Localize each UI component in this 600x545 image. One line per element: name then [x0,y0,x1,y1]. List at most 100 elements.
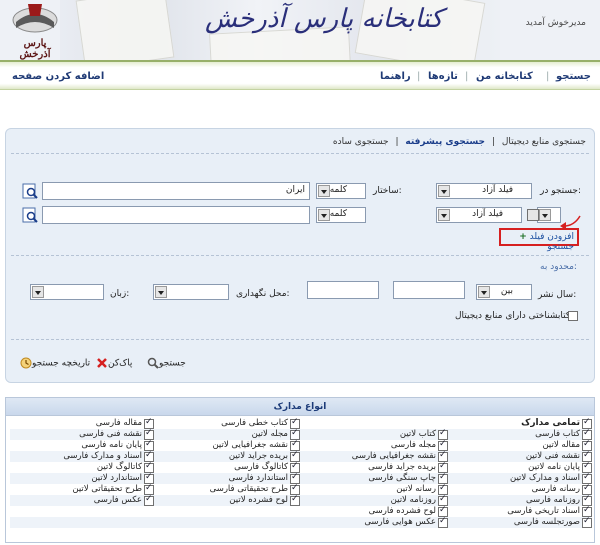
welcome-text: مدیرخوش آمدید [525,18,586,28]
doc-type-item[interactable]: بریده جراید لاتین [228,450,300,462]
clear-icon [97,358,107,368]
doc-type-item[interactable]: کتاب خطی فارسی [221,417,300,429]
doc-type-label: عکس هوایی فارسی [364,517,436,527]
structure-select-2[interactable]: کلمه [316,207,366,223]
search-history-button[interactable]: تاریخچه جستجو [18,357,90,369]
add-search-field-button[interactable]: + افزودن فیلد جستجو [499,228,579,252]
doc-type-checkbox[interactable] [438,516,448,528]
doc-type-label: کاتالوگ فارسی [234,462,288,472]
search-in-label: جستجو در: [540,186,582,196]
doc-type-item[interactable]: صورتجلسه فارسی [513,516,592,528]
field-select-1[interactable]: فیلد آزاد [436,183,532,199]
doc-type-item[interactable]: نقشه فنی فارسی [79,428,154,440]
main-nav: اضافه کردن صفحه راهنما | تازه‌ها | کتابخ… [0,60,600,90]
doc-type-label: پایان نامه فارسی [81,440,142,450]
doc-type-item[interactable]: لوح فشرده فارسی [368,505,448,517]
doc-type-label: صورتجلسه فارسی [513,517,580,527]
doc-column-4: مقاله فارسینقشه فنی فارسیپایان نامه فارس… [14,417,154,528]
field-select-2[interactable]: فیلد آزاد [436,207,522,223]
search-lookup-icon[interactable] [22,207,38,223]
doc-column-3: کتاب خطی فارسیمجله لاتیننقشه جغرافیایی ل… [160,417,300,528]
doc-type-item[interactable]: بریده جراید فارسی [368,461,448,473]
doc-type-all[interactable]: تمامی مدارک [521,417,592,429]
doc-type-label: چاپ سنگی فارسی [368,473,436,483]
divider [11,153,589,154]
doc-type-item[interactable]: استاندارد فارسی [228,472,300,484]
doc-type-item[interactable]: اسناد و مدارک فارسی [63,450,154,462]
doc-type-item[interactable]: نقشه جغرافیایی فارسی [351,450,448,462]
doc-type-item[interactable]: اسناد و مدارک لاتین [510,472,592,484]
doc-type-label: پایان نامه لاتین [528,462,580,472]
doc-type-item[interactable]: طرح تحقیقاتی فارسی [209,483,300,495]
doc-type-item[interactable]: لوح فشرده لاتین [229,494,300,506]
doc-type-label: نقشه جغرافیایی فارسی [351,451,436,461]
doc-type-label: رسانه فارسی [531,484,580,494]
nav-search[interactable]: جستجو [556,71,591,82]
doc-type-label: کتاب لاتین [399,429,436,439]
pub-year-from-input[interactable] [393,281,465,299]
doc-column-1: کتاب فارسیمقاله لاتیننقشه فنی لاتینپایان… [452,428,592,539]
doc-type-label: کاتالوگ لاتین [96,462,142,472]
doc-type-item[interactable]: عکس فارسی [93,494,154,506]
doc-type-label: اسناد و مدارک لاتین [510,473,580,483]
doc-type-label: اسناد و مدارک فارسی [63,451,142,461]
doc-type-label: مقاله فارسی [95,418,142,428]
limit-label: محدود به: [540,262,577,272]
search-icon [147,357,159,369]
nav-my-library[interactable]: کتابخانه من [476,71,533,82]
site-title: کتابخانه پارس آذرخش [205,4,443,34]
document-types-grid: تمامی مدارک کتاب فارسیمقاله لاتیننقشه فن… [10,417,592,542]
doc-type-checkbox[interactable] [290,494,300,506]
document-types-panel: انواع مدارک تمامی مدارک کتاب فارسیمقاله … [5,397,595,543]
doc-type-label: طرح تحقیقاتی فارسی [209,484,288,494]
tab-digital[interactable]: جستجوی منابع دیجیتال [502,137,586,147]
structure-select-1[interactable]: کلمه [316,183,366,199]
doc-type-item[interactable]: چاپ سنگی فارسی [368,472,448,484]
search-button[interactable]: جستجو [145,357,186,369]
doc-type-label: مجله لاتین [251,429,288,439]
search-input-1[interactable]: ایران [42,182,310,200]
location-select[interactable] [153,284,229,300]
pub-year-mode-select[interactable]: بین [476,284,532,300]
doc-type-label: طرح تحقیقاتی لاتین [72,484,142,494]
doc-type-checkbox[interactable] [582,516,592,528]
doc-type-label: رسانه لاتین [396,484,436,494]
clear-button[interactable]: پاک‌کن [94,357,132,369]
doc-type-label: روزنامه فارسی [525,495,580,505]
doc-type-label: بریده جراید لاتین [228,451,288,461]
doc-type-item[interactable]: اسناد تاریخی فارسی [507,505,592,517]
doc-type-label: لوح فشرده لاتین [229,495,288,505]
doc-type-label: نقشه جغرافیایی لاتین [212,440,288,450]
digital-only-label: کتابشناختی دارای منابع دیجیتال [455,311,571,321]
operator-dropdown-icon[interactable] [527,209,539,221]
search-input-2[interactable] [42,206,310,224]
doc-type-label: استاندارد فارسی [228,473,288,483]
tab-simple[interactable]: جستجوی ساده [333,137,389,147]
doc-type-label: نقشه فنی فارسی [79,429,142,439]
search-tabs: جستجوی منابع دیجیتال | جستجوی پیشرفته | … [332,137,586,147]
nav-add-page[interactable]: اضافه کردن صفحه [12,71,104,82]
tab-advanced[interactable]: جستجوی پیشرفته [405,137,485,147]
doc-type-label: مقاله لاتین [542,440,580,450]
pub-year-to-input[interactable] [307,281,379,299]
doc-type-label: بریده جراید فارسی [368,462,436,472]
language-label: زبان: [110,289,130,299]
doc-type-label: مجله فارسی [390,440,436,450]
nav-news[interactable]: تازه‌ها [428,71,458,82]
doc-type-item[interactable]: پایان نامه فارسی [81,439,154,451]
doc-type-item[interactable]: عکس هوایی فارسی [364,516,448,528]
doc-type-label: لوح فشرده فارسی [368,506,436,516]
doc-type-item[interactable]: طرح تحقیقاتی لاتین [72,483,154,495]
pub-year-label: سال نشر: [538,290,577,300]
doc-type-checkbox[interactable] [144,494,154,506]
language-select[interactable] [30,284,104,300]
doc-type-item[interactable]: نقشه جغرافیایی لاتین [212,439,300,451]
search-lookup-icon[interactable] [22,183,38,199]
doc-type-label: عکس فارسی [93,495,142,505]
nav-help[interactable]: راهنما [380,71,411,82]
site-header: پارس آذرخش کتابخانه پارس آذرخش مدیرخوش آ… [0,0,600,60]
doc-type-label: استاندارد لاتین [91,473,142,483]
doc-type-label: کتاب خطی فارسی [221,418,288,428]
divider [11,339,589,340]
digital-only-checkbox[interactable] [568,311,578,321]
